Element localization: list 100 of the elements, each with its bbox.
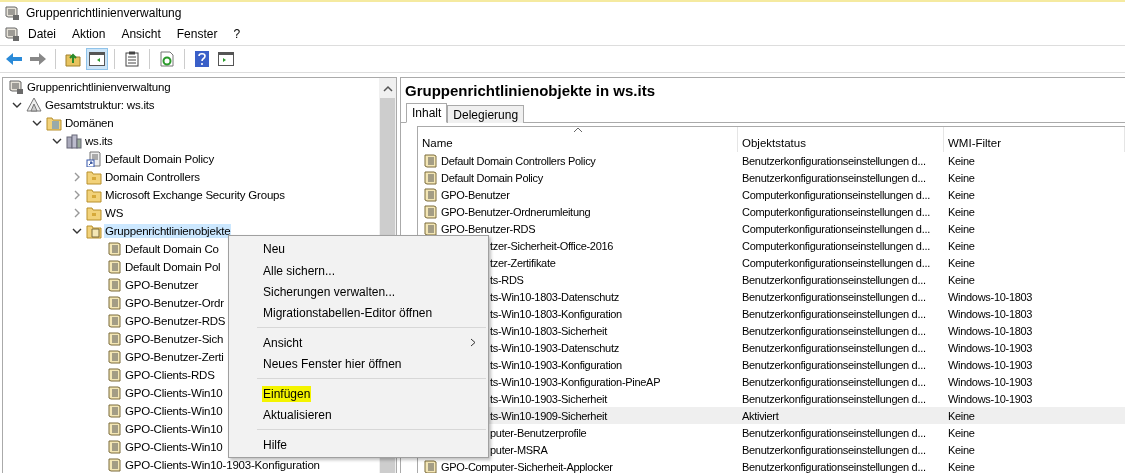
tree-item[interactable]: Gruppenrichtlinienobjekte (104, 224, 232, 238)
scroll-icon (106, 241, 122, 257)
table-row[interactable]: GPO-Benutzer-Ordnerumleitung Computerkonfigurationseinstellungen d... Keine (418, 203, 1125, 220)
triangle-icon (26, 97, 42, 113)
column-header[interactable]: Objektstatus (738, 127, 944, 152)
wmi-filter-text: Windows-10-1803 (948, 324, 1033, 337)
menu-item[interactable]: ? (225, 27, 249, 41)
gpo-name: ts-Win10-1909-Sicherheit (489, 409, 607, 422)
tree-item[interactable]: GPO-Benutzer-Sich (124, 332, 225, 346)
tree-item[interactable]: Microsoft Exchange Security Groups (104, 188, 286, 202)
scroll-icon (106, 259, 122, 275)
status-text: Computerkonfigurationseinstellungen d... (742, 239, 930, 252)
status-text: Benutzerkonfigurationseinstellungen d... (742, 426, 926, 439)
scroll-icon (106, 331, 122, 347)
wmi-filter-text: Keine (948, 154, 975, 167)
window-title: Gruppenrichtlinienverwaltung (26, 5, 182, 20)
gpo-name: ts-Win10-1903-Konfiguration (489, 358, 622, 371)
building-icon (66, 133, 82, 149)
tree-item[interactable]: GPO-Benutzer (124, 278, 200, 292)
table-row[interactable]: Default Domain Controllers Policy Benutzerkonfigurationseinstellungen d... Keine (418, 152, 1125, 169)
gpo-name: ts-RDS (489, 273, 524, 286)
tree-item[interactable]: GPO-Clients-Win10 (124, 386, 224, 400)
menu-item[interactable]: Aktion (64, 27, 114, 41)
wmi-filter-text: Windows-10-1903 (948, 341, 1033, 354)
chevron-down-icon[interactable] (32, 118, 42, 128)
menu-item[interactable]: Neu (262, 241, 286, 257)
scroll-icon (106, 277, 122, 293)
wmi-filter-text: Keine (948, 443, 975, 456)
gpo-name: puter-Benutzerprofile (489, 426, 587, 439)
status-text: Benutzerkonfigurationseinstellungen d... (742, 358, 926, 371)
wmi-filter-text: Windows-10-1903 (948, 375, 1033, 388)
tree-item[interactable]: Default Domain Policy (104, 152, 215, 166)
tree-item[interactable]: Domain Controllers (104, 170, 201, 184)
tree-item[interactable]: GPO-Benutzer-RDS (124, 314, 227, 328)
wmi-filter-text: Keine (948, 460, 975, 473)
tree-item[interactable]: Gruppenrichtlinienverwaltung (26, 80, 172, 94)
tree-item[interactable]: WS (104, 206, 125, 220)
chevron-down-icon[interactable] (52, 136, 62, 146)
menu-item[interactable]: Hilfe (262, 436, 288, 453)
scroll-icon (106, 385, 122, 401)
tab[interactable]: Inhalt (406, 103, 448, 123)
tree-item[interactable]: GPO-Benutzer-Ordr (124, 296, 225, 310)
tree-item[interactable]: GPO-Clients-Win10 (124, 422, 224, 436)
scroll-icon (422, 169, 438, 186)
tree-item[interactable]: ws.its (84, 134, 114, 148)
tree-item[interactable]: GPO-Clients-Win10 (124, 440, 224, 454)
panel-toggle-icon[interactable] (86, 48, 108, 70)
menu-item[interactable]: Fenster (168, 27, 226, 41)
gpo-name: tzer-Sicherheit-Office-2016 (489, 239, 614, 252)
gpo-name: GPO-Computer-Sicherheit-Applocker (441, 460, 613, 473)
wmi-filter-text: Windows-10-1803 (948, 307, 1033, 320)
menu-item[interactable]: Aktualisieren (262, 406, 333, 423)
table-row[interactable]: GPO-Computer-Sicherheit-Applocker Benutzerkonfigurationseinstellungen d... Keine (418, 458, 1125, 473)
tree-item[interactable]: GPO-Clients-RDS (124, 368, 216, 382)
scroll-up-icon[interactable] (382, 84, 393, 94)
menu-item[interactable]: Datei (20, 27, 64, 41)
wmi-filter-text: Keine (948, 205, 975, 218)
tree-item[interactable]: Default Domain Co (124, 242, 220, 256)
chevron-right-icon[interactable] (72, 208, 82, 218)
table-row[interactable]: GPO-Benutzer Computerkonfigurationseinstellungen d... Keine (418, 186, 1125, 203)
scroll-icon (106, 295, 122, 311)
tree-item[interactable]: GPO-Clients-Win10-1903-Konfiguration (124, 458, 321, 472)
chevron-down-icon[interactable] (72, 226, 82, 236)
wmi-filter-text: Keine (948, 409, 975, 422)
chevron-down-icon[interactable] (12, 100, 22, 110)
gpo-name: GPO-Benutzer-Ordnerumleitung (441, 205, 591, 218)
chevron-right-icon[interactable] (72, 190, 82, 200)
wmi-filter-text: Keine (948, 239, 975, 252)
scroll-icon (106, 349, 122, 365)
wmi-filter-text: Windows-10-1903 (948, 392, 1033, 405)
tree-item[interactable]: Domänen (64, 116, 115, 130)
menu-item[interactable]: Einfügen (262, 385, 312, 402)
scroll-icon (106, 403, 122, 419)
menu-item[interactable]: Alle sichern... (262, 262, 337, 279)
chevron-right-icon[interactable] (72, 172, 82, 182)
tree-item[interactable]: GPO-Clients-Win10 (124, 404, 224, 418)
table-row[interactable]: GPO-Benutzer-RDS Computerkonfigurationseinstellungen d... Keine (418, 220, 1125, 237)
menu-item[interactable]: Sicherungen verwalten... (262, 283, 397, 300)
status-text: Computerkonfigurationseinstellungen d... (742, 188, 930, 201)
sort-ascending-icon (573, 127, 583, 133)
column-header[interactable]: WMI-Filter (944, 127, 1125, 152)
gpo-name: puter-MSRA (489, 443, 548, 456)
scroll-icon (106, 439, 122, 455)
menu-item[interactable]: Ansicht (262, 334, 304, 351)
tree-item[interactable]: Default Domain Pol (124, 260, 222, 274)
status-text: Benutzerkonfigurationseinstellungen d... (742, 341, 926, 354)
tab[interactable]: Delegierung (447, 105, 525, 123)
scroll-icon (106, 313, 122, 329)
wmi-filter-text: Windows-10-1903 (948, 358, 1033, 371)
menu-item[interactable]: Ansicht (113, 27, 169, 41)
folder-icon (86, 205, 102, 221)
menu-item[interactable]: Migrationstabellen-Editor öffnen (262, 304, 434, 321)
table-row[interactable]: Default Domain Policy Benutzerkonfigurationseinstellungen d... Keine (418, 169, 1125, 186)
tree-item[interactable]: Gesamtstruktur: ws.its (44, 98, 156, 112)
status-text: Benutzerkonfigurationseinstellungen d... (742, 307, 926, 320)
gpo-name: ts-Win10-1903-Sicherheit (489, 392, 607, 405)
tree-item[interactable]: GPO-Benutzer-Zerti (124, 350, 225, 364)
menu-item[interactable]: Neues Fenster hier öffnen (262, 355, 403, 372)
shortcut-icon (86, 151, 102, 167)
column-header[interactable]: Name (418, 127, 738, 152)
